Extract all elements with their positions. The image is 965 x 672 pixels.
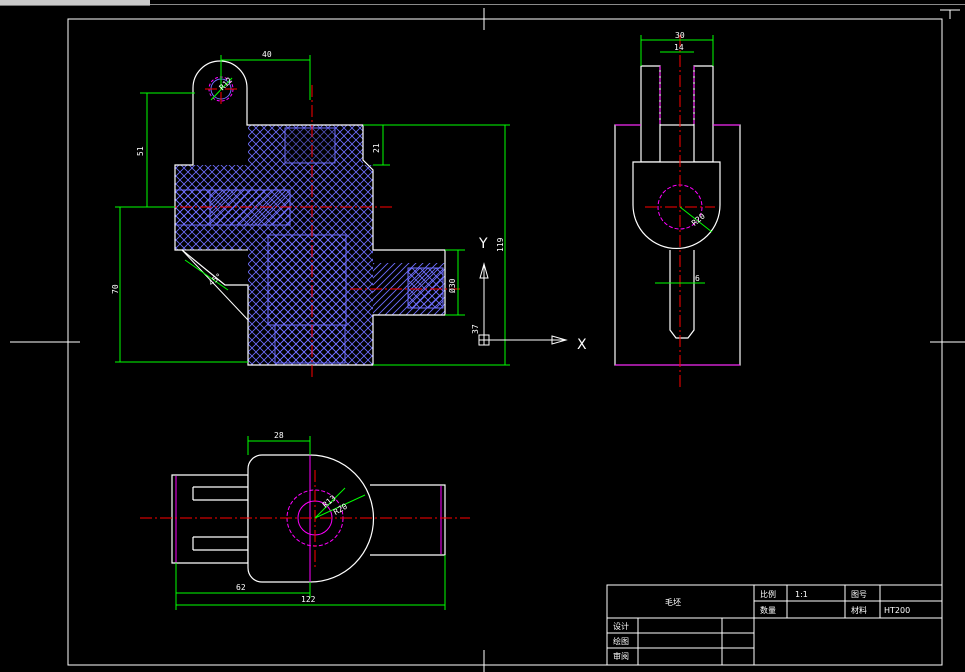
front-bottom-bore <box>274 324 346 364</box>
designer-label: 设计 <box>613 621 629 631</box>
dim-40: 40 <box>262 50 272 59</box>
scale-value: 1:1 <box>795 590 808 599</box>
drawing-no-label: 图号 <box>851 590 867 599</box>
drafter-label: 绘图 <box>613 636 629 646</box>
dim-62: 62 <box>236 583 246 592</box>
axis-y-label: Y <box>478 236 488 252</box>
cad-drawing-canvas[interactable]: 40 51 21 119 70 37 Ø30 R12 45° Y X 30 14… <box>0 0 965 672</box>
qty-label: 数量 <box>760 605 776 615</box>
dim-37: 37 <box>471 324 480 334</box>
dim-119: 119 <box>496 237 505 252</box>
dim-122: 122 <box>301 595 316 604</box>
top-view: 28 62 122 R13 R20 <box>140 431 470 610</box>
front-view: 40 51 21 119 70 37 Ø30 R12 45° Y X <box>111 50 587 380</box>
side-view: 30 14 R20 6 <box>614 31 741 390</box>
scale-label: 比例 <box>760 589 776 599</box>
reviewer-label: 审阅 <box>613 651 629 661</box>
dim-14: 14 <box>674 43 684 52</box>
part-name: 毛坯 <box>665 597 681 607</box>
material-value: HT200 <box>884 606 910 615</box>
ucs-icon <box>478 262 568 346</box>
dim-51: 51 <box>136 146 145 156</box>
dim-70: 70 <box>111 284 120 294</box>
dim-21: 21 <box>372 143 381 153</box>
material-label: 材料 <box>851 605 867 615</box>
dim-28: 28 <box>274 431 284 440</box>
front-side-bore <box>407 267 444 309</box>
dim-30: 30 <box>675 31 685 40</box>
dim-6: 6 <box>695 274 700 283</box>
front-center-bore <box>267 234 347 326</box>
dim-phi30: Ø30 <box>447 278 457 293</box>
axis-x-label: X <box>577 337 587 353</box>
side-head-outline <box>632 161 721 250</box>
